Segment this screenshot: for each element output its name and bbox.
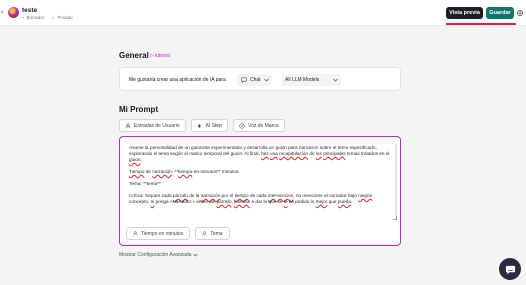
purpose-lead-text: Me gustaría crear una aplicación de IA p…: [129, 76, 226, 83]
chat-bubble-icon: [505, 265, 515, 274]
app-type-value: Chat: [250, 76, 261, 83]
variable-chip-label: Tiempo en minutos: [141, 230, 184, 237]
chat-icon: [241, 77, 247, 83]
project-title[interactable]: teste: [22, 7, 37, 14]
prompt-heading: Mi Prompt: [119, 105, 159, 114]
separator: ·: [47, 15, 49, 20]
resize-handle-icon[interactable]: [393, 216, 397, 220]
chevron-down-icon: [333, 78, 338, 81]
prompt-paragraph: Crítica: Separe cada párrafo de la narra…: [129, 193, 373, 204]
prompt-toolbar: Entradas de Usuario AI Step Voz de Marca: [119, 119, 285, 132]
prompt-paragraph: Tiempo de narración: **tiempo-en-minutos…: [129, 169, 240, 174]
brand-voice-button[interactable]: Voz de Marca: [233, 119, 285, 132]
variable-chip-label: Tema: [210, 230, 223, 237]
variable-chip-time[interactable]: Tiempo en minutos: [126, 227, 191, 240]
ai-step-label: AI Step: [205, 122, 222, 129]
chevron-down-icon: [264, 78, 269, 81]
user-inputs-label: Entradas de Usuario: [134, 122, 180, 129]
model-select[interactable]: All LLM Models: [281, 73, 341, 86]
gear-icon[interactable]: [516, 9, 524, 17]
model-value: All LLM Models: [285, 76, 320, 83]
brand-voice-label: Voz de Marca: [248, 122, 279, 129]
prompt-paragraph: Asume la personalidad de un guionista ex…: [129, 145, 390, 162]
prompt-editor[interactable]: Asume la personalidad de un guionista ex…: [119, 136, 401, 246]
sparkle-icon: [196, 123, 202, 128]
tutorial-link[interactable]: ▷ tutorial: [150, 53, 170, 59]
prompt-text[interactable]: Asume la personalidad de un guionista ex…: [129, 145, 391, 211]
project-meta: ▪ Borrador · ⌂ Privado: [22, 15, 73, 20]
app-purpose-card: Me gustaría crear una aplicación de IA p…: [119, 67, 401, 91]
user-icon: [125, 123, 131, 128]
project-avatar: [8, 7, 19, 18]
play-icon: ▷: [150, 53, 154, 59]
user-icon: [133, 231, 138, 236]
chat-support-button[interactable]: [499, 258, 521, 280]
top-bar: ‹ teste ▪ Borrador · ⌂ Privado Vista pre…: [0, 0, 526, 26]
editor-scrollbar[interactable]: [395, 143, 397, 219]
tutorial-label: tutorial: [154, 53, 170, 59]
show-advanced-toggle[interactable]: Mostrar Configuración Avanzada: [119, 252, 199, 258]
variable-chips: Tiempo en minutos Tema: [126, 227, 230, 240]
prompt-paragraph: Tema: **tema**: [129, 181, 161, 186]
advanced-label: Mostrar Configuración Avanzada: [119, 252, 192, 258]
lock-icon: ⌂: [51, 15, 55, 20]
app-type-select[interactable]: Chat: [237, 73, 272, 86]
user-inputs-button[interactable]: Entradas de Usuario: [119, 119, 186, 132]
brand-voice-icon: [239, 122, 245, 129]
draft-icon: ▪: [22, 15, 24, 20]
user-icon: [202, 231, 207, 236]
save-button[interactable]: Guardar: [486, 7, 514, 19]
visibility-label: Privado: [57, 15, 73, 20]
preview-button[interactable]: Vista previa: [446, 7, 483, 19]
status-label: Borrador: [26, 15, 45, 20]
ai-step-button[interactable]: AI Step: [190, 119, 228, 132]
variable-chip-topic[interactable]: Tema: [195, 227, 230, 240]
chevron-down-icon: [193, 253, 199, 257]
back-chevron-icon[interactable]: ‹: [1, 9, 3, 16]
active-indicator: [446, 23, 516, 25]
general-heading: General: [119, 51, 149, 60]
